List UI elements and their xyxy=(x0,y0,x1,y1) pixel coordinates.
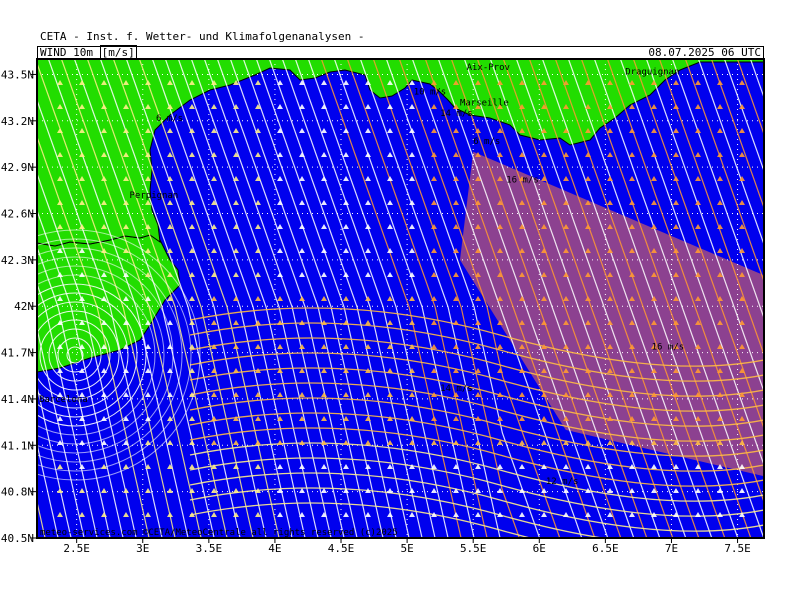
wind-map: 6 m/s 10 m/s 14 m/s 6 m/s 16 m/s 16 m/s 14 m/s… xyxy=(0,55,800,600)
streamline xyxy=(775,55,800,600)
speed-label: 6 m/s xyxy=(473,137,500,147)
streamline xyxy=(0,55,36,600)
lon-tick-label: 7E xyxy=(665,542,678,555)
lon-tick-label: 3E xyxy=(136,542,149,555)
map-plot-area: 6 m/s 10 m/s 14 m/s 6 m/s 16 m/s 16 m/s 14 m/s… xyxy=(0,55,800,600)
lon-tick-label: 5.5E xyxy=(460,542,487,555)
lat-tick-label: 40.8N xyxy=(1,486,34,499)
lat-tick-label: 41.4N xyxy=(1,393,34,406)
streamline xyxy=(788,55,800,600)
speed-label: 10 m/s xyxy=(414,88,447,98)
lat-tick-label: 40.5N xyxy=(1,532,34,545)
lat-tick-label: 43.2N xyxy=(1,115,34,128)
speed-label: 14 m/s xyxy=(440,109,473,119)
place-label: Barcelona xyxy=(39,395,88,405)
lon-tick-label: 4E xyxy=(268,542,281,555)
lon-tick-label: 2.5E xyxy=(63,542,90,555)
lat-tick-label: 42.6N xyxy=(1,208,34,221)
lat-tick-label: 42.3N xyxy=(1,254,34,267)
lat-tick-label: 41.7N xyxy=(1,347,34,360)
streamline xyxy=(762,59,764,63)
lon-tick-label: 3.5E xyxy=(196,542,223,555)
speed-label: 16 m/s xyxy=(652,342,685,352)
streamline xyxy=(0,55,23,600)
place-label: Draguignan xyxy=(625,67,679,77)
lat-tick-labels: 43.5N43.2N42.9N42.6N42.3N42N41.7N41.4N41… xyxy=(1,68,37,545)
streamline xyxy=(0,55,10,600)
place-label: Aix-Prov xyxy=(467,63,510,73)
place-label: Perpignan xyxy=(130,191,179,201)
lat-tick-label: 42.9N xyxy=(1,161,34,174)
lat-tick-label: 41.1N xyxy=(1,439,34,452)
lat-tick-label: 43.5N xyxy=(1,68,34,81)
lon-tick-labels: 2.5E 3E 3.5E 4E 4.5E 5E 5.5E 6E 6.5E 7E 7.5E xyxy=(63,538,751,555)
speed-label: 14 m/s xyxy=(440,384,473,394)
lon-tick-label: 4.5E xyxy=(328,542,355,555)
speed-label: 6 m/s xyxy=(156,114,183,124)
lon-tick-label: 7.5E xyxy=(724,542,751,555)
speed-label: 12 m/s xyxy=(546,477,579,487)
copyright-text: meteo-services.com ©CETA/MeteoCentrale a… xyxy=(40,528,398,538)
lon-tick-label: 5E xyxy=(400,542,413,555)
speed-label: 16 m/s xyxy=(506,176,539,186)
lon-tick-label: 6E xyxy=(533,542,546,555)
lon-tick-label: 6.5E xyxy=(592,542,619,555)
place-label: Marseille xyxy=(460,98,509,108)
